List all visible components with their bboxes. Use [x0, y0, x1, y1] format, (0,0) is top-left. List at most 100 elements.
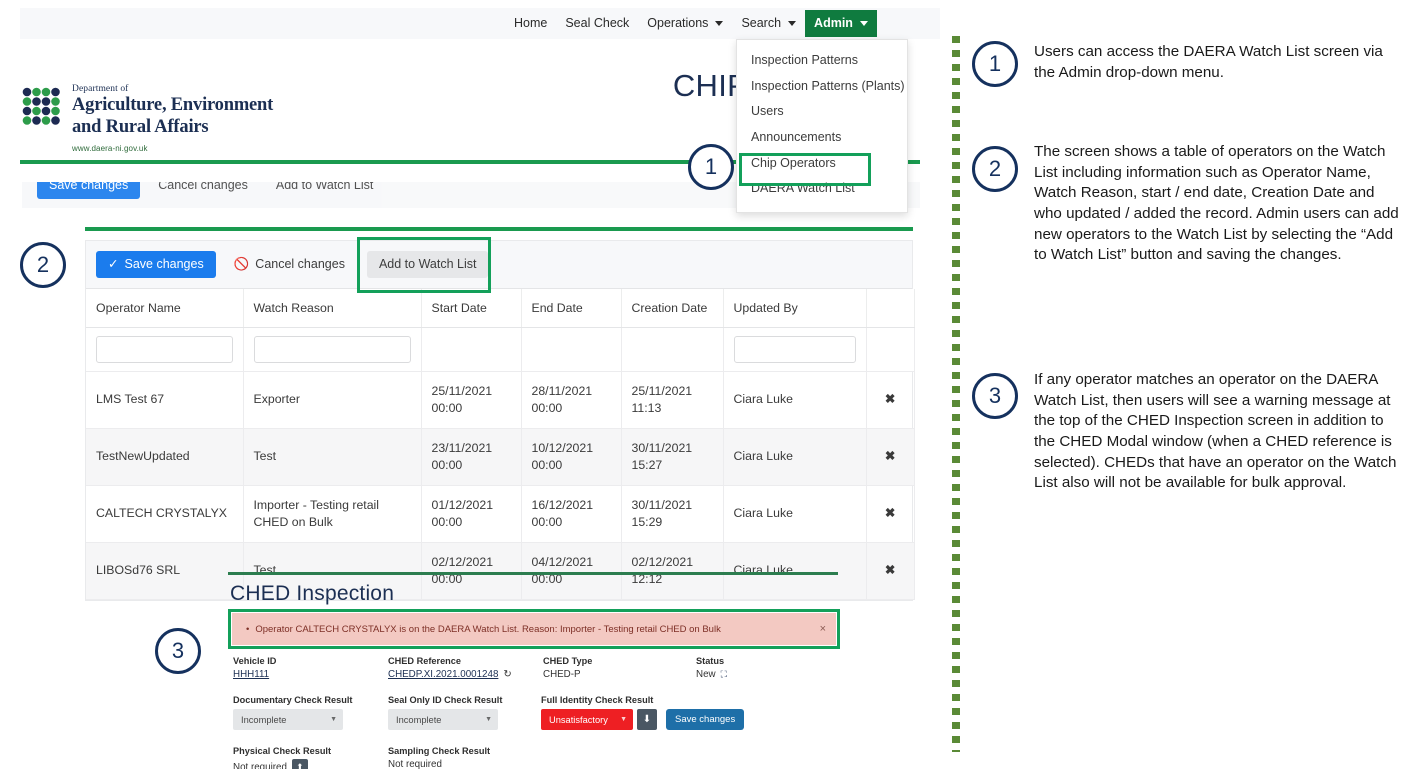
field-label: Status	[696, 656, 727, 666]
save-changes-button[interactable]: ✓ Save changes	[96, 251, 216, 278]
nav-item-admin[interactable]: Admin	[805, 10, 877, 37]
nav-item-label: Seal Check	[565, 17, 629, 30]
cell-start-date: 01/12/2021 00:00	[421, 485, 521, 542]
cell-end-date: 04/12/2021 00:00	[521, 542, 621, 599]
column-header-watch-reason[interactable]: Watch Reason	[243, 289, 421, 328]
screenshot-root: Home Seal Check Operations Search Admin	[0, 0, 1402, 769]
annotation-marker-3: 3	[972, 373, 1018, 419]
cell-updated-by: Ciara Luke	[723, 542, 866, 599]
filter-input-updated-by[interactable]	[734, 336, 856, 363]
column-header-end-date[interactable]: End Date	[521, 289, 621, 328]
annotation-text-1: Users can access the DAERA Watch List sc…	[1034, 42, 1396, 83]
filter-input-watch-reason[interactable]	[254, 336, 411, 363]
field-label: Documentary Check Result	[233, 695, 388, 705]
nav-item-home[interactable]: Home	[505, 10, 556, 37]
watch-list-warning-alert: • Operator CALTECH CRYSTALYX is on the D…	[232, 613, 836, 645]
table-row[interactable]: LMS Test 67 Exporter 25/11/2021 00:00 28…	[86, 372, 914, 429]
chevron-down-icon: ▼	[620, 716, 627, 723]
column-header-start-date[interactable]: Start Date	[421, 289, 521, 328]
logo-department-name: Agriculture, Environment and Rural Affai…	[72, 95, 282, 139]
filter-cell-end-date	[521, 328, 621, 372]
ched-save-changes-button[interactable]: Save changes	[666, 709, 744, 730]
full-identity-check-select[interactable]: Unsatisfactory ▼	[541, 709, 633, 730]
full-identity-group: Full Identity Check Result Unsatisfactor…	[541, 695, 744, 730]
nav-item-search[interactable]: Search	[732, 10, 805, 37]
callout-marker-3: 3	[155, 628, 201, 674]
field-full-identity-check: Full Identity Check Result Unsatisfactor…	[541, 695, 744, 730]
field-value: Not required ⬆	[233, 759, 388, 769]
add-to-watch-list-button[interactable]: Add to Watch List	[367, 251, 489, 278]
cell-start-date: 23/11/2021 00:00	[421, 428, 521, 485]
field-status: Status New ⛶	[696, 656, 727, 680]
cell-updated-by: Ciara Luke	[723, 428, 866, 485]
cell-watch-reason: Importer - Testing retail CHED on Bulk	[243, 485, 421, 542]
delete-row-button[interactable]: ✖	[866, 485, 914, 542]
cancel-changes-button[interactable]: 🚫 Cancel changes	[222, 251, 357, 278]
nav-item-label: Admin	[814, 17, 853, 30]
nav-items: Home Seal Check Operations Search Admin	[505, 8, 877, 39]
menu-item-announcements[interactable]: Announcements	[737, 125, 907, 151]
select-value: Incomplete	[241, 715, 286, 725]
chevron-down-icon	[788, 21, 796, 26]
delete-row-button[interactable]: ✖	[866, 542, 914, 599]
delete-row-button[interactable]: ✖	[866, 372, 914, 429]
seal-only-check-select[interactable]: Incomplete ▼	[388, 709, 498, 730]
download-arrow-icon[interactable]: ⬇	[637, 709, 657, 730]
field-label: Sampling Check Result	[388, 746, 490, 756]
top-navbar: Home Seal Check Operations Search Admin	[20, 8, 940, 39]
ched-reference-link[interactable]: CHEDP.XI.2021.0001248	[388, 669, 498, 680]
column-header-creation-date[interactable]: Creation Date	[621, 289, 723, 328]
close-icon[interactable]: ×	[820, 623, 826, 635]
select-value: Incomplete	[396, 715, 441, 725]
check-icon: ✓	[108, 258, 118, 271]
column-header-updated-by[interactable]: Updated By	[723, 289, 866, 328]
annotation-marker-1: 1	[972, 41, 1018, 87]
cell-updated-by: Ciara Luke	[723, 485, 866, 542]
cell-creation-date: 02/12/2021 12:12	[621, 542, 723, 599]
daera-logo-text: Department of Agriculture, Environment a…	[72, 84, 282, 153]
filter-input-operator-name[interactable]	[96, 336, 233, 363]
field-sampling-check: Sampling Check Result Not required	[388, 746, 490, 769]
cell-end-date: 16/12/2021 00:00	[521, 485, 621, 542]
physical-check-value: Not required	[233, 762, 287, 769]
upload-arrow-icon[interactable]: ⬆	[292, 759, 308, 769]
menu-item-inspection-patterns-plants[interactable]: Inspection Patterns (Plants)	[737, 74, 907, 100]
field-value: New ⛶	[696, 669, 727, 680]
table-filter-row	[86, 328, 914, 372]
ched-field-row-2: Documentary Check Result Incomplete ▼ Se…	[233, 695, 833, 730]
column-header-operator-name[interactable]: Operator Name	[86, 289, 243, 328]
watch-list-table: Operator Name Watch Reason Start Date En…	[86, 289, 915, 600]
save-changes-label: Save changes	[124, 258, 203, 271]
table-row[interactable]: CALTECH CRYSTALYX Importer - Testing ret…	[86, 485, 914, 542]
vehicle-id-link[interactable]: HHH111	[233, 669, 269, 680]
documentary-check-select[interactable]: Incomplete ▼	[233, 709, 343, 730]
cell-start-date: 02/12/2021 00:00	[421, 542, 521, 599]
annotation-text-3: If any operator matches an operator on t…	[1034, 370, 1400, 494]
cell-watch-reason: Test	[243, 428, 421, 485]
status-badge: New	[696, 669, 716, 680]
field-vehicle-id: Vehicle ID HHH111	[233, 656, 388, 680]
table-body: LMS Test 67 Exporter 25/11/2021 00:00 28…	[86, 328, 914, 600]
nav-item-operations[interactable]: Operations	[638, 10, 732, 37]
field-label: Vehicle ID	[233, 656, 388, 666]
menu-item-daera-watch-list[interactable]: DAERA Watch List	[737, 176, 907, 202]
admin-dropdown-menu: Inspection Patterns Inspection Patterns …	[736, 39, 908, 213]
menu-item-inspection-patterns[interactable]: Inspection Patterns	[737, 48, 907, 74]
filter-cell-watch-reason	[243, 328, 421, 372]
nav-item-label: Search	[741, 17, 781, 30]
delete-row-button[interactable]: ✖	[866, 428, 914, 485]
field-seal-only-check: Seal Only ID Check Result Incomplete ▼	[388, 695, 541, 730]
table-row[interactable]: TestNewUpdated Test 23/11/2021 00:00 10/…	[86, 428, 914, 485]
external-link-icon[interactable]: ⛶	[721, 669, 727, 680]
nav-item-seal-check[interactable]: Seal Check	[556, 10, 638, 37]
history-icon[interactable]: ↻	[503, 669, 511, 680]
menu-item-users[interactable]: Users	[737, 99, 907, 125]
nav-item-label: Operations	[647, 17, 708, 30]
field-value: CHEDP.XI.2021.0001248 ↻	[388, 669, 543, 680]
cell-updated-by: Ciara Luke	[723, 372, 866, 429]
menu-item-chip-operators[interactable]: Chip Operators	[737, 151, 907, 177]
table-row[interactable]: LIBOSd76 SRL Test 02/12/2021 00:00 04/12…	[86, 542, 914, 599]
field-physical-check: Physical Check Result Not required ⬆	[233, 746, 388, 769]
cell-start-date: 25/11/2021 00:00	[421, 372, 521, 429]
field-value: CHED-P	[543, 669, 696, 680]
